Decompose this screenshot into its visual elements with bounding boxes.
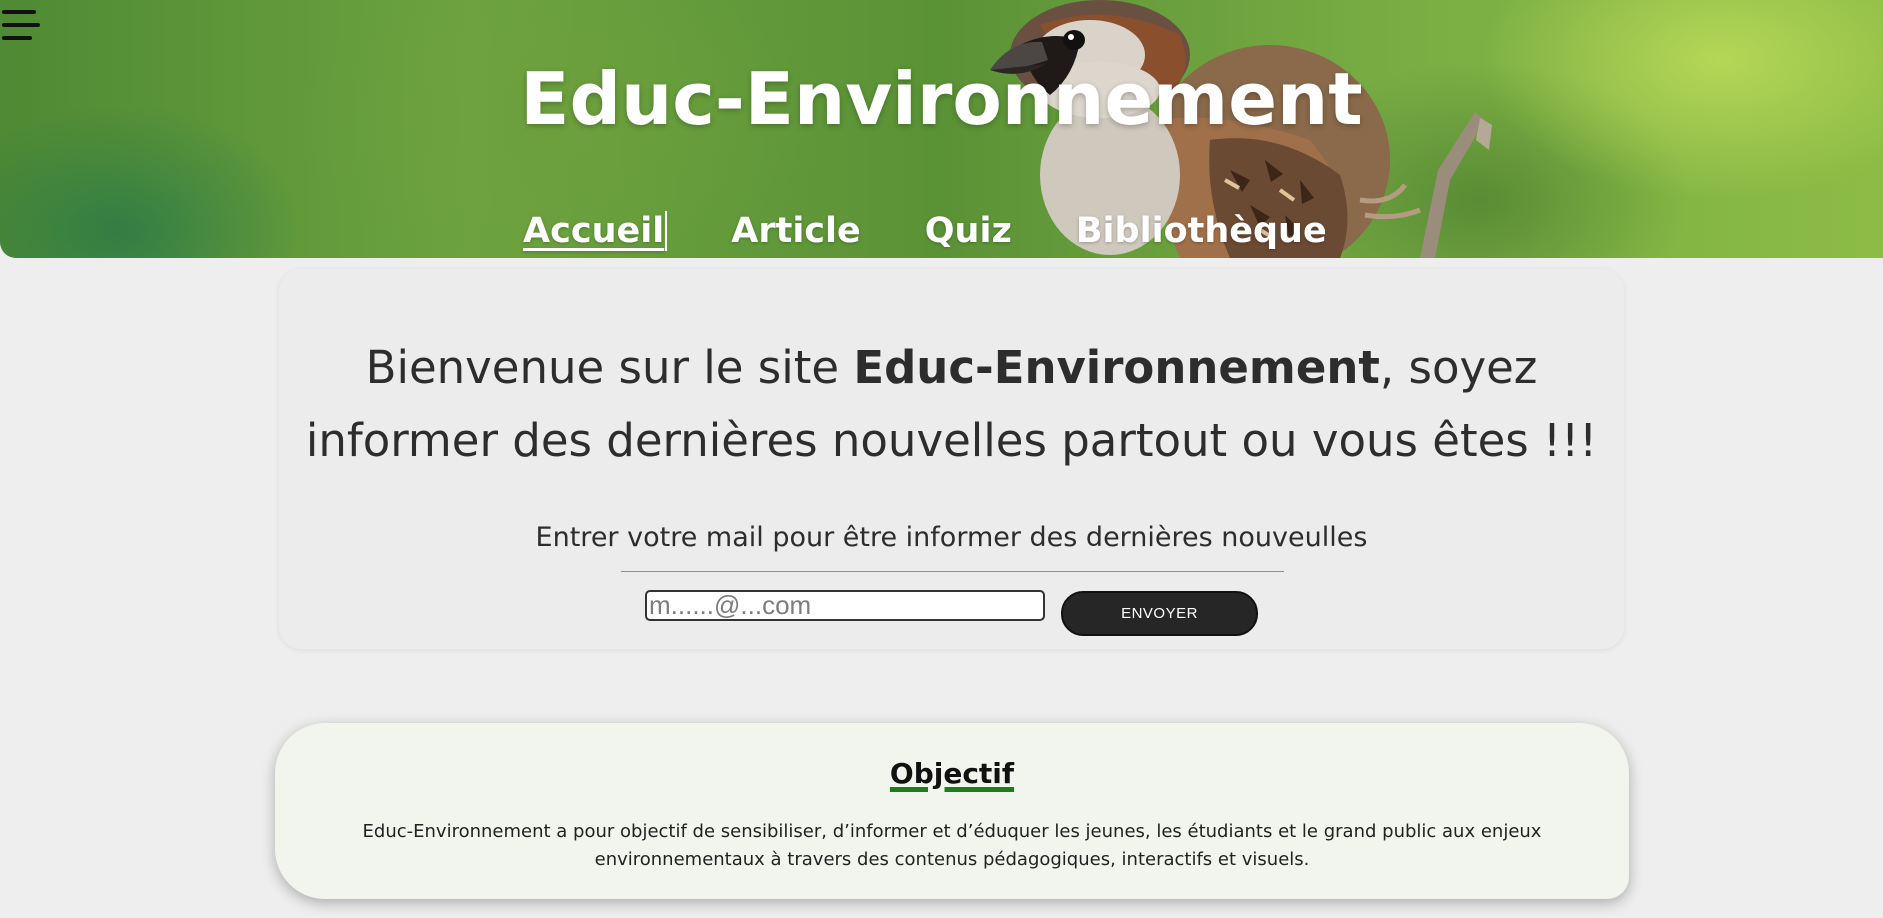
hamburger-menu-icon[interactable] — [2, 8, 40, 42]
main-nav: Accueil Article Quiz Bibliothèque — [523, 206, 1391, 256]
menu-bar — [2, 10, 36, 14]
site-title: Educ-Environnement — [520, 57, 1363, 141]
nav-link-bibliotheque[interactable]: Bibliothèque — [1076, 211, 1327, 251]
nav-link-quiz[interactable]: Quiz — [925, 211, 1012, 251]
page: Educ-Environnement Accueil Article Quiz … — [0, 0, 1883, 918]
send-button[interactable]: ENVOYER — [1061, 591, 1258, 636]
newsletter-label: Entrer votre mail pour être informer des… — [535, 522, 1368, 553]
welcome-prefix: Bienvenue sur le site — [365, 341, 854, 394]
welcome-message: Bienvenue sur le site Educ-Environnement… — [299, 331, 1604, 477]
divider — [621, 571, 1284, 572]
menu-bar — [2, 23, 40, 27]
nav-link-article[interactable]: Article — [731, 211, 861, 251]
hero-header: Educ-Environnement Accueil Article Quiz … — [0, 0, 1883, 258]
objectif-card: Objectif Educ-Environnement a pour objec… — [275, 723, 1629, 899]
objectif-title: Objectif — [889, 757, 1015, 790]
menu-bar — [2, 36, 32, 40]
email-input[interactable] — [645, 590, 1045, 621]
welcome-card: Bienvenue sur le site Educ-Environnement… — [279, 269, 1624, 649]
nav-link-accueil[interactable]: Accueil — [523, 211, 668, 251]
welcome-brand: Educ-Environnement — [853, 341, 1380, 394]
objectif-text: Educ-Environnement a pour objectif de se… — [362, 821, 1542, 870]
